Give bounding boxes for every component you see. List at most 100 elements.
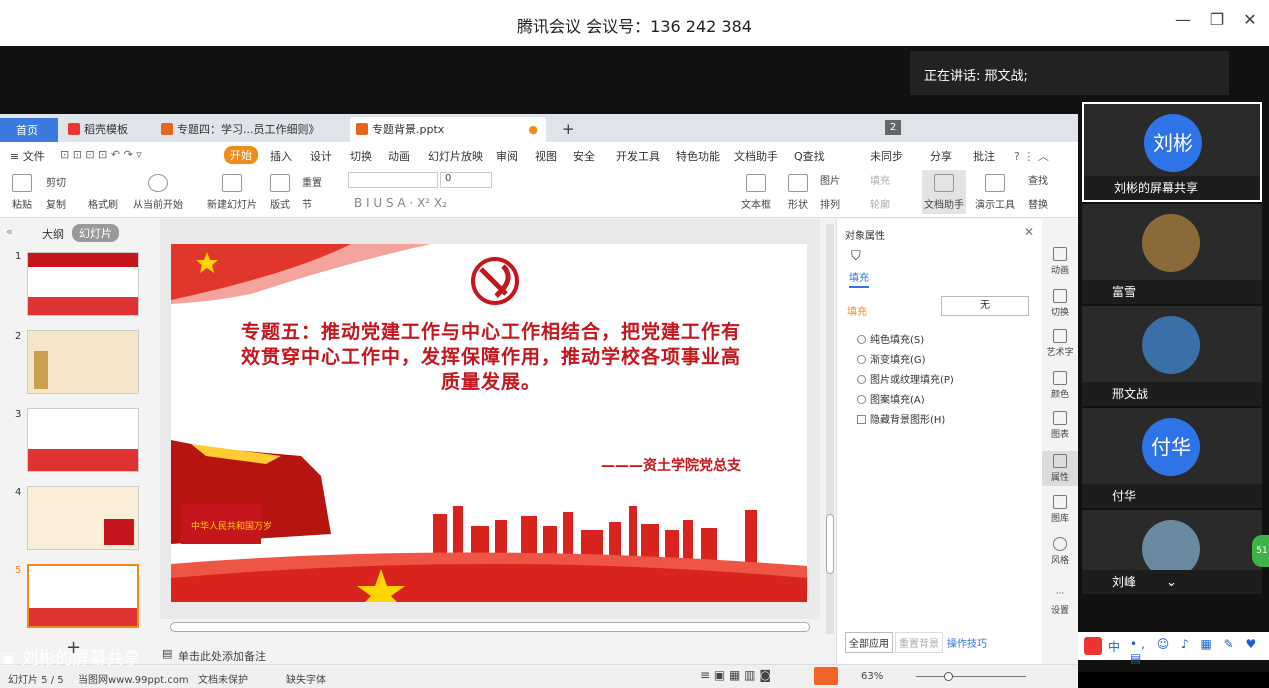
tab-home[interactable]: 首页 xyxy=(0,118,58,143)
ime-mode[interactable]: 中 xyxy=(1108,638,1120,655)
right-tool-settings[interactable]: ··· 设置 xyxy=(1042,589,1078,616)
right-tool-transition[interactable]: 切换 xyxy=(1042,289,1078,318)
font-size-select[interactable]: 0 xyxy=(440,172,492,188)
fill-option-pattern[interactable]: 图案填充(A) xyxy=(857,391,925,406)
menu-start[interactable]: 开始 xyxy=(224,146,258,164)
zoom-slider[interactable] xyxy=(916,676,1026,677)
shape-button[interactable]: 形状 xyxy=(784,174,812,211)
tab-background[interactable]: 专题背景.pptx ● xyxy=(350,117,546,142)
copy-button[interactable]: 复制 xyxy=(46,196,66,211)
fill-option-solid[interactable]: 纯色填充(S) xyxy=(857,331,924,346)
tab-topic4[interactable]: 专题四：学习...员工作细则》 xyxy=(155,117,345,142)
play-from-current-button[interactable]: 从当前开始 xyxy=(130,174,186,211)
quick-access-icons[interactable]: ⊡ ⊡ ⊡ ⊡ ↶ ↷ ▿ xyxy=(60,148,142,161)
right-tool-gallery[interactable]: 图库 xyxy=(1042,495,1078,524)
slide-subtitle[interactable]: ———资土学院党总支 xyxy=(601,455,741,475)
layout-button[interactable]: 版式 xyxy=(266,174,294,211)
hide-bg-graphics-checkbox[interactable]: 隐藏背景图形(H) xyxy=(857,411,945,426)
unprotected-status[interactable]: 文档未保护 xyxy=(198,671,248,686)
apply-all-button[interactable]: 全部应用 xyxy=(845,632,893,653)
reset-button[interactable]: 重置 xyxy=(302,174,322,189)
participant-card[interactable]: ● 邢文战 xyxy=(1082,306,1262,406)
menu-animation[interactable]: 动画 xyxy=(388,148,410,164)
participant-card[interactable]: ✕ 刘峰 ⌄ xyxy=(1082,510,1262,594)
find-button[interactable]: 查找 xyxy=(1028,172,1048,187)
replace-button[interactable]: 替换 xyxy=(1028,196,1048,211)
right-tool-properties[interactable]: 属性 xyxy=(1042,451,1078,486)
font-family-select[interactable] xyxy=(348,172,438,188)
right-tool-color[interactable]: 颜色 xyxy=(1042,371,1078,400)
zoom-slider-thumb[interactable] xyxy=(944,672,953,681)
menu-doc-assistant[interactable]: 文档助手 xyxy=(734,148,778,164)
menu-transition[interactable]: 切换 xyxy=(350,148,372,164)
menu-security[interactable]: 安全 xyxy=(573,148,595,164)
view-mode-icons[interactable]: ≡ ▣ ▦ ▥ ◙ xyxy=(700,668,771,682)
present-tools-button[interactable]: 演示工具 xyxy=(972,174,1018,211)
right-tool-animation[interactable]: 动画 xyxy=(1042,247,1078,276)
fill-option-gradient[interactable]: 渐变填充(G) xyxy=(857,351,926,366)
menu-find[interactable]: Q查找 xyxy=(794,148,825,164)
menu-devtools[interactable]: 开发工具 xyxy=(616,148,660,164)
right-tool-style[interactable]: 风格 xyxy=(1042,537,1078,566)
side-badge[interactable]: 51 xyxy=(1252,535,1269,567)
section-button[interactable]: 节 xyxy=(302,196,312,211)
outline-button[interactable]: 轮廓 xyxy=(870,196,890,211)
participant-card[interactable]: 刘彬 ▣ 刘彬的屏幕共享 xyxy=(1082,102,1262,202)
text-format-buttons[interactable]: B I U S A · X² X₂ xyxy=(354,196,447,210)
participant-card[interactable]: ✕ 富雪 xyxy=(1082,204,1262,304)
text-box-button[interactable]: 文本框 xyxy=(738,174,774,211)
right-tool-wordart[interactable]: 艺术字 xyxy=(1042,329,1078,358)
slide-title[interactable]: 专题五：推动党建工作与中心工作相结合，把党建工作有效贯穿中心工作中，发挥保障作用… xyxy=(241,320,741,395)
tab-outline[interactable]: 大纲 xyxy=(42,226,64,242)
menu-share[interactable]: 分享 xyxy=(930,148,952,164)
slide-thumbnail-1[interactable] xyxy=(27,252,139,316)
slide-thumbnail-2[interactable] xyxy=(27,330,139,394)
menu-comment[interactable]: 批注 xyxy=(973,148,995,164)
close-button[interactable]: ✕ xyxy=(1238,10,1262,29)
play-slideshow-button[interactable] xyxy=(814,667,838,685)
menu-insert[interactable]: 插入 xyxy=(270,148,292,164)
collapse-icon[interactable]: « xyxy=(6,225,13,238)
restore-button[interactable]: ❐ xyxy=(1205,10,1229,29)
slide-thumbnail-3[interactable] xyxy=(27,408,139,472)
reset-bg-button[interactable]: 重置背景 xyxy=(895,632,943,653)
menu-slideshow[interactable]: 幻灯片放映 xyxy=(428,148,483,164)
new-tab-button[interactable]: + xyxy=(556,117,576,142)
help-icon[interactable]: ? ⋮ ︿ xyxy=(1014,148,1049,164)
menu-view[interactable]: 视图 xyxy=(535,148,557,164)
menu-design[interactable]: 设计 xyxy=(310,148,332,164)
vertical-scrollbar[interactable] xyxy=(826,224,834,634)
tab-docer[interactable]: 稻壳模板 xyxy=(62,117,150,142)
image-button[interactable]: 图片 xyxy=(820,172,840,187)
participant-card[interactable]: 付华 ✕ 付华 xyxy=(1082,408,1262,508)
fill-button[interactable]: 填充 xyxy=(870,172,890,187)
menu-file[interactable]: ≡ 文件 xyxy=(10,148,45,164)
ime-tool-icons[interactable]: •, ☺ ♪ ▦ ✎ ♥ ▤ xyxy=(1130,637,1269,665)
menu-unsynced[interactable]: 未同步 xyxy=(870,148,903,164)
minimize-button[interactable]: — xyxy=(1171,10,1195,29)
tips-link[interactable]: 操作技巧 xyxy=(947,635,987,650)
ime-toolbar[interactable]: 中 •, ☺ ♪ ▦ ✎ ♥ ▤ xyxy=(1078,632,1269,665)
close-props-icon[interactable]: ✕ xyxy=(1024,225,1034,239)
tab-slides[interactable]: 幻灯片 xyxy=(72,224,119,242)
missing-font-status[interactable]: 缺失字体 xyxy=(286,671,326,686)
cut-button[interactable]: 剪切 xyxy=(46,174,66,189)
tab-fill[interactable]: 填充 xyxy=(849,269,869,288)
tab-count[interactable]: 2 xyxy=(885,120,901,135)
notes-bar[interactable]: ▤ 单击此处添加备注 xyxy=(152,642,822,666)
current-slide[interactable]: 中华人民共和国万岁 专题五：推动党建工作与中心工作相结合，把党建工作有效贯穿中心… xyxy=(171,244,807,602)
zoom-level[interactable]: 63% xyxy=(861,671,883,682)
paste-button[interactable]: 粘贴 xyxy=(8,174,36,211)
right-tool-chart[interactable]: 图表 xyxy=(1042,411,1078,440)
new-slide-button[interactable]: 新建幻灯片 xyxy=(202,174,262,211)
menu-features[interactable]: 特色功能 xyxy=(676,148,720,164)
slide-thumbnail-5[interactable] xyxy=(27,564,139,628)
notes-placeholder[interactable]: 单击此处添加备注 xyxy=(178,648,266,664)
horizontal-scrollbar[interactable] xyxy=(170,622,810,632)
doc-assistant-button[interactable]: 文档助手 xyxy=(922,170,966,214)
format-painter-button[interactable]: 格式刷 xyxy=(88,196,118,211)
slide-thumbnail-4[interactable] xyxy=(27,486,139,550)
fill-option-picture[interactable]: 图片或纹理填充(P) xyxy=(857,371,954,386)
fill-select[interactable]: 无 xyxy=(941,296,1029,316)
expand-list-icon[interactable]: ⌄ xyxy=(1166,575,1177,590)
